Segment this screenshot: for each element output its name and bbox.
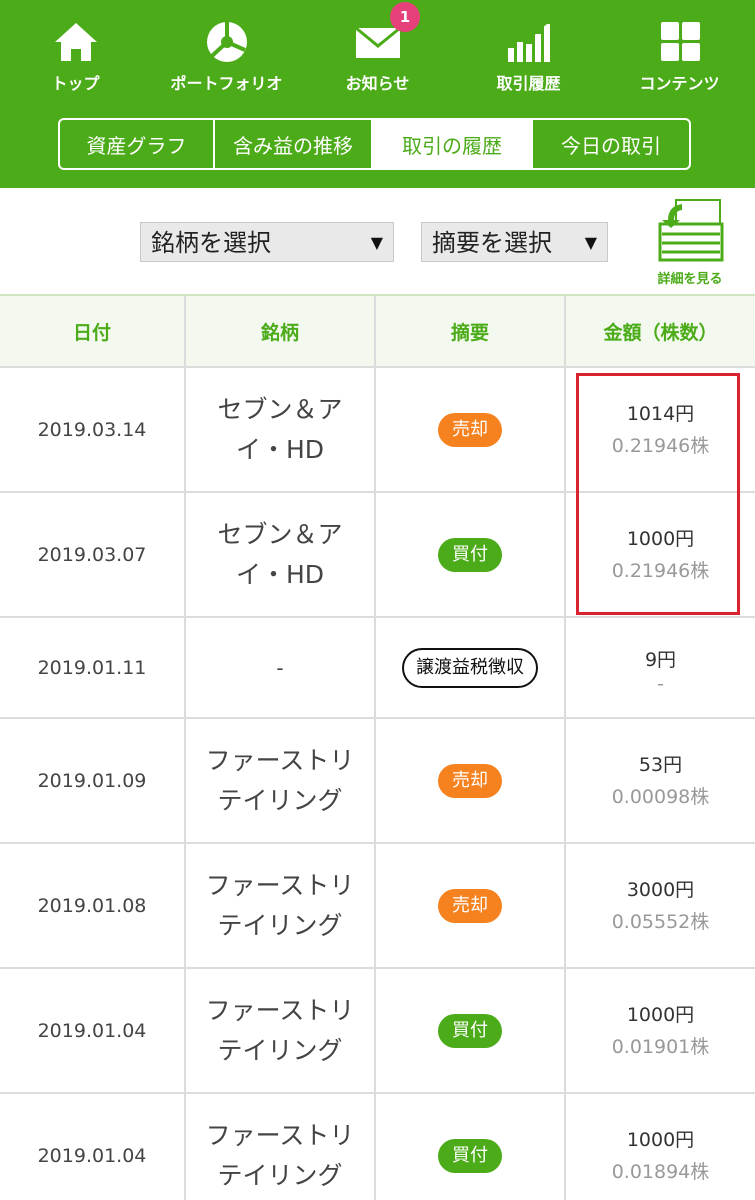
grid-icon [655,20,705,64]
amount-yen: 1000円 [626,1003,695,1026]
stock-name: ファーストリ テイリング [205,745,355,815]
share-count: 0.01894株 [611,1160,710,1183]
tab-today-trades[interactable]: 今日の取引 [533,120,689,168]
dropdown-arrow-icon: ▼ [584,233,597,252]
trade-date: 2019.01.11 [37,656,147,679]
view-details-label: 詳細を見る [657,272,723,287]
home-icon [51,20,101,64]
amount-block: 1000円 0.01894株 [612,1124,710,1188]
table-row[interactable]: 2019.01.04 ファーストリ テイリング 買付 1000円 0.01894株 [0,1094,755,1200]
stock-name: セブン＆ア イ・HD [217,394,343,464]
stock-select[interactable]: 銘柄を選択 ▼ [140,222,394,262]
nav-item-notices[interactable]: 1 お知らせ [302,0,453,105]
main-nav: トップ ポートフォリオ 1 お知らせ 取引履歴 コンテンツ [0,0,755,105]
table-row[interactable]: 2019.01.11 - 譲渡益税徴収 9円 - [0,618,755,719]
amount-yen: 1000円 [626,527,695,550]
amount-yen: 53円 [638,753,683,776]
notification-badge: 1 [390,2,420,32]
share-count: 0.21946株 [611,434,710,457]
trade-date: 2019.01.04 [37,1019,147,1042]
table-row[interactable]: 2019.03.07 セブン＆ア イ・HD 買付 1000円 0.21946株 [0,493,755,618]
stock-name: ファーストリ テイリング [205,870,355,940]
tab-asset-graph[interactable]: 資産グラフ [60,120,215,168]
nav-item-top[interactable]: トップ [0,0,151,105]
amount-block: 3000円 0.05552株 [612,874,710,938]
details-document-icon [658,199,724,262]
buy-badge: 買付 [438,1013,502,1048]
stock-name: ファーストリ テイリング [205,1120,355,1190]
nav-label: 取引履歴 [496,74,561,93]
nav-label: トップ [51,74,100,93]
amount-yen: 1014円 [626,402,695,425]
table-row[interactable]: 2019.01.09 ファーストリ テイリング 売却 53円 0.00098株 [0,719,755,844]
amount-block: 53円 0.00098株 [612,749,710,813]
dropdown-arrow-icon: ▼ [370,233,383,252]
portfolio-pie-icon [202,20,252,64]
nav-item-history[interactable]: 取引履歴 [453,0,604,105]
trade-history-table: 日付 銘柄 摘要 金額（株数） 2019.03.14 セブン＆ア イ・HD 売却 … [0,294,755,1200]
app-header: トップ ポートフォリオ 1 お知らせ 取引履歴 コンテンツ 資産グラフ 含み益の… [0,0,755,188]
stock-select-value: 銘柄を選択 [151,229,271,257]
share-count: - [657,672,664,695]
tab-unrealized-gain[interactable]: 含み益の推移 [215,120,373,168]
stock-name: ファーストリ テイリング [205,995,355,1065]
nav-item-contents[interactable]: コンテンツ [604,0,755,105]
share-count: 0.05552株 [611,910,710,933]
tax-badge: 譲渡益税徴収 [402,647,538,688]
stock-name: - [276,655,284,680]
share-count: 0.01901株 [611,1035,710,1058]
nav-label: コンテンツ [639,74,720,93]
amount-block: 1000円 0.21946株 [612,523,710,587]
stock-name: セブン＆ア イ・HD [217,519,343,589]
amount-block: 1014円 0.21946株 [612,398,710,462]
sub-tabs: 資産グラフ 含み益の推移 取引の履歴 今日の取引 [58,118,691,170]
sell-badge: 売却 [438,888,502,923]
summary-select-value: 摘要を選択 [432,229,552,257]
table-header: 日付 銘柄 摘要 金額（株数） [0,294,755,368]
column-header-amount: 金額（株数） [603,321,718,344]
view-details-button[interactable]: 詳細を見る [651,198,729,290]
table-row[interactable]: 2019.03.14 セブン＆ア イ・HD 売却 1014円 0.21946株 [0,368,755,493]
column-header-summary: 摘要 [376,296,566,366]
nav-label: お知らせ [345,74,410,93]
table-row[interactable]: 2019.01.08 ファーストリ テイリング 売却 3000円 0.05552株 [0,844,755,969]
summary-select[interactable]: 摘要を選択 ▼ [421,222,608,262]
share-count: 0.21946株 [611,559,710,582]
buy-badge: 買付 [438,537,502,572]
amount-yen: 9円 [644,648,677,671]
column-header-date: 日付 [0,296,186,366]
trade-date: 2019.03.14 [37,418,147,441]
tab-trade-history[interactable]: 取引の履歴 [373,120,533,168]
amount-block: 1000円 0.01901株 [612,999,710,1063]
trade-date: 2019.01.09 [37,769,147,792]
filter-bar: 銘柄を選択 ▼ 摘要を選択 ▼ 詳細を見る [0,188,755,294]
amount-block: 9円 - [644,644,677,695]
share-count: 0.00098株 [611,785,710,808]
nav-item-portfolio[interactable]: ポートフォリオ [151,0,302,105]
table-row[interactable]: 2019.01.04 ファーストリ テイリング 買付 1000円 0.01901株 [0,969,755,1094]
column-header-stock: 銘柄 [186,296,376,366]
amount-yen: 3000円 [626,878,695,901]
bar-chart-icon [504,20,554,64]
nav-label: ポートフォリオ [170,74,283,93]
trade-date: 2019.01.08 [37,894,147,917]
amount-yen: 1000円 [626,1128,695,1151]
trade-date: 2019.01.04 [37,1144,147,1167]
buy-badge: 買付 [438,1138,502,1173]
sell-badge: 売却 [438,412,502,447]
trade-date: 2019.03.07 [37,543,147,566]
sell-badge: 売却 [438,763,502,798]
